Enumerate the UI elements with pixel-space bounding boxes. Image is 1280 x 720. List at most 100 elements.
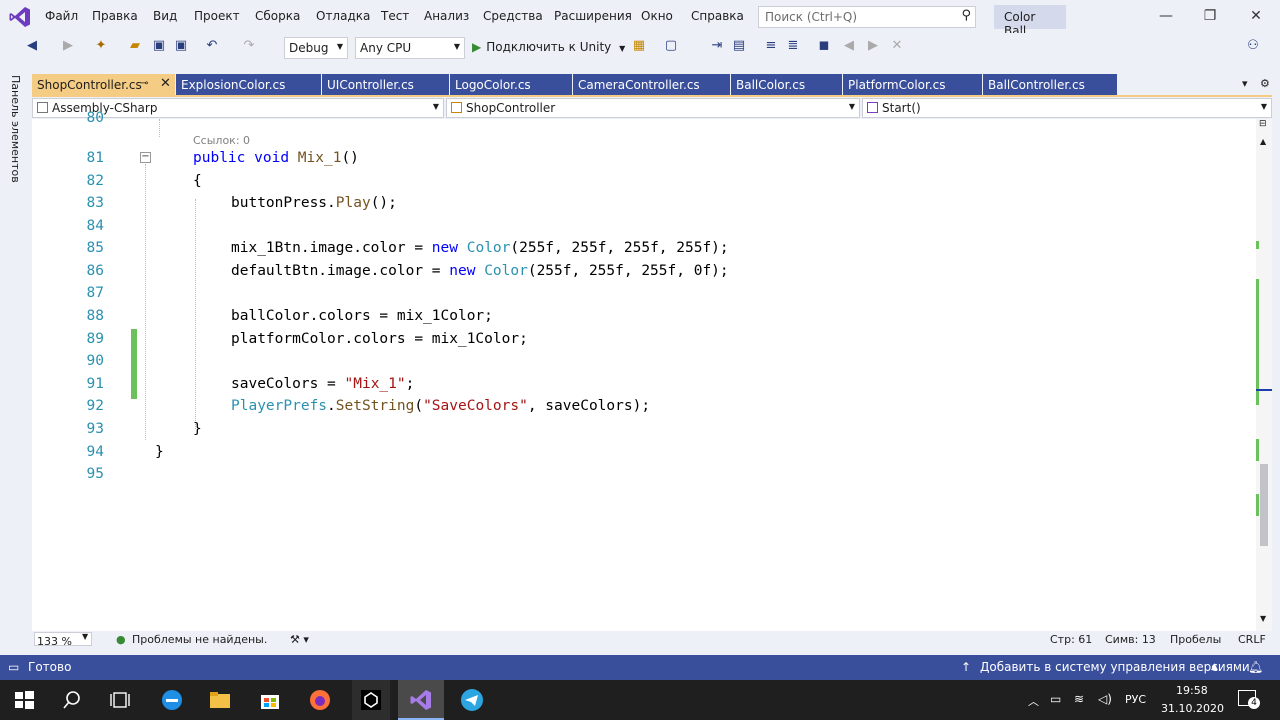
platform-select[interactable]: Any CPU ▼ [355, 37, 465, 59]
undo-icon[interactable]: ↶ [203, 38, 221, 58]
pin-icon[interactable]: ⊸ [140, 78, 148, 89]
network-icon[interactable]: ▭ [1050, 692, 1061, 706]
search-input[interactable]: Поиск (Ctrl+Q) ⚲ [758, 6, 976, 28]
live-share-icon[interactable]: ⚇ [1244, 38, 1262, 58]
redo-icon[interactable]: ↷ [240, 38, 258, 58]
menu-extensions[interactable]: Расширения [554, 9, 632, 23]
file-explorer-icon[interactable] [208, 688, 232, 712]
collapse-region-icon[interactable]: − [140, 152, 151, 163]
member-select[interactable]: Start() ▼ [862, 98, 1272, 118]
comment-icon[interactable]: ≡ [762, 38, 780, 58]
title-bar: Файл Правка Вид Проект Сборка Отладка Те… [0, 0, 1280, 38]
navigation-bar: Assembly-CSharp ▼ ShopController ▼ Start… [32, 97, 1272, 119]
code-line: public void Mix_1() [193, 150, 359, 166]
chevron-down-icon: ▼ [432, 102, 439, 111]
screenshot-icon[interactable]: ▢ [662, 38, 680, 58]
new-project-icon[interactable]: ✦ [92, 38, 110, 58]
wifi-icon[interactable]: ≋ [1074, 692, 1084, 706]
code-cleanup-icon[interactable]: ⚒ ▾ [290, 633, 309, 646]
back-icon[interactable]: ◀ [24, 38, 40, 58]
prev-bookmark-icon[interactable]: ◀ [840, 38, 858, 58]
tab-platform-color[interactable]: PlatformColor.cs [843, 74, 983, 95]
save-icon[interactable]: ▣ [150, 38, 168, 58]
find-in-files-icon[interactable]: ▦ [630, 38, 648, 58]
output-icon[interactable]: ▭ [8, 660, 19, 674]
tab-ball-controller[interactable]: BallController.cs [983, 74, 1118, 95]
menu-analyze[interactable]: Анализ [424, 9, 469, 23]
menu-view[interactable]: Вид [153, 9, 177, 23]
tab-explosion-color[interactable]: ExplosionColor.cs [176, 74, 322, 95]
restore-icon[interactable]: ❐ [1200, 8, 1220, 24]
clock-time[interactable]: 19:58 [1176, 684, 1208, 697]
menu-debug[interactable]: Отладка [316, 9, 370, 23]
add-to-source-control[interactable]: Добавить в систему управления версиями [980, 660, 1250, 674]
store-icon[interactable] [258, 688, 282, 712]
scroll-change-mark [1256, 494, 1259, 516]
configuration-select[interactable]: Debug ▼ [284, 37, 348, 59]
firefox-icon[interactable] [308, 688, 332, 712]
tab-shop-controller[interactable]: ShopController.cs ⊸ ✕ [32, 74, 176, 95]
split-icon[interactable]: ⊟ [1259, 119, 1267, 129]
vertical-scrollbar[interactable]: ⊟ ▲ ▼ [1256, 119, 1272, 631]
visual-studio-logo-icon[interactable] [8, 5, 32, 29]
tab-ui-controller[interactable]: UIController.cs [322, 74, 450, 95]
chevron-up-icon[interactable]: ︿ [1028, 693, 1039, 709]
menu-file[interactable]: Файл [45, 9, 78, 23]
line-ending-indicator[interactable]: CRLF [1238, 633, 1266, 646]
unity-taskbar-item[interactable] [352, 680, 390, 720]
problems-status[interactable]: Проблемы не найдены. [132, 633, 267, 646]
telegram-icon[interactable] [460, 688, 484, 712]
menu-tools[interactable]: Средства [483, 9, 543, 23]
search-icon[interactable] [60, 688, 84, 712]
menu-edit[interactable]: Правка [92, 9, 138, 23]
minimize-icon[interactable]: — [1156, 8, 1176, 24]
close-window-icon[interactable]: ✕ [1246, 8, 1266, 24]
column-indicator[interactable]: Симв: 13 [1105, 633, 1156, 646]
menu-help[interactable]: Справка [691, 9, 744, 23]
menu-build[interactable]: Сборка [255, 9, 300, 23]
task-view-icon[interactable] [108, 688, 132, 712]
clock-date[interactable]: 31.10.2020 [1161, 702, 1224, 715]
ready-status: Готово [28, 660, 72, 674]
save-all-icon[interactable]: ▣ [172, 38, 190, 58]
attach-unity-button[interactable]: ▶ Подключить к Unity ▼ [472, 40, 625, 54]
visual-studio-taskbar-item[interactable] [398, 680, 444, 720]
tab-logo-color[interactable]: LogoColor.cs [450, 74, 573, 95]
scroll-thumb[interactable] [1260, 464, 1268, 546]
edge-browser-icon[interactable] [160, 688, 184, 712]
step-icon[interactable]: ⇥ [708, 38, 726, 58]
volume-icon[interactable]: ◁) [1098, 692, 1112, 706]
code-editor[interactable]: 80 81 82 83 84 85 86 87 88 89 90 91 92 9… [32, 110, 1256, 631]
line-number: 87 [86, 285, 104, 301]
layout-icon[interactable]: ▤ [730, 38, 748, 58]
chevron-down-icon: ▼ [336, 42, 343, 51]
whitespace-indicator[interactable]: Пробелы [1170, 633, 1221, 646]
tab-camera-controller[interactable]: CameraController.cs [573, 74, 731, 95]
windows-start-icon[interactable] [12, 688, 36, 712]
tab-ball-color[interactable]: BallColor.cs [731, 74, 843, 95]
notifications-icon[interactable]: 🔔︎ [1248, 660, 1263, 674]
line-number: 90 [86, 353, 104, 369]
action-center-icon[interactable]: 4 [1238, 690, 1260, 709]
menu-project[interactable]: Проект [194, 9, 240, 23]
bookmark-icon[interactable]: ◼ [815, 38, 833, 58]
scroll-up-icon[interactable]: ▲ [1260, 137, 1266, 146]
tab-list-icon[interactable]: ▾ [1242, 77, 1248, 90]
menu-window[interactable]: Окно [641, 9, 673, 23]
forward-icon[interactable]: ▶ [60, 38, 76, 58]
close-tab-icon[interactable]: ✕ [160, 76, 171, 91]
clear-bookmarks-icon[interactable]: ✕ [888, 38, 906, 58]
menu-test[interactable]: Тест [381, 9, 409, 23]
input-language[interactable]: РУС [1125, 693, 1146, 706]
code-lens-references[interactable]: Ссылок: 0 [193, 134, 250, 147]
tab-label: ExplosionColor.cs [181, 78, 286, 92]
open-folder-icon[interactable]: ▰ [126, 38, 144, 58]
class-select[interactable]: ShopController ▼ [446, 98, 860, 118]
uncomment-icon[interactable]: ≣ [784, 38, 802, 58]
line-number: 94 [86, 444, 104, 460]
scroll-down-icon[interactable]: ▼ [1260, 614, 1266, 623]
settings-icon[interactable]: ⚙ [1260, 77, 1270, 90]
next-bookmark-icon[interactable]: ▶ [864, 38, 882, 58]
toolbox-panel-tab[interactable]: Панель элементов [9, 75, 22, 183]
line-indicator[interactable]: Стр: 61 [1050, 633, 1092, 646]
